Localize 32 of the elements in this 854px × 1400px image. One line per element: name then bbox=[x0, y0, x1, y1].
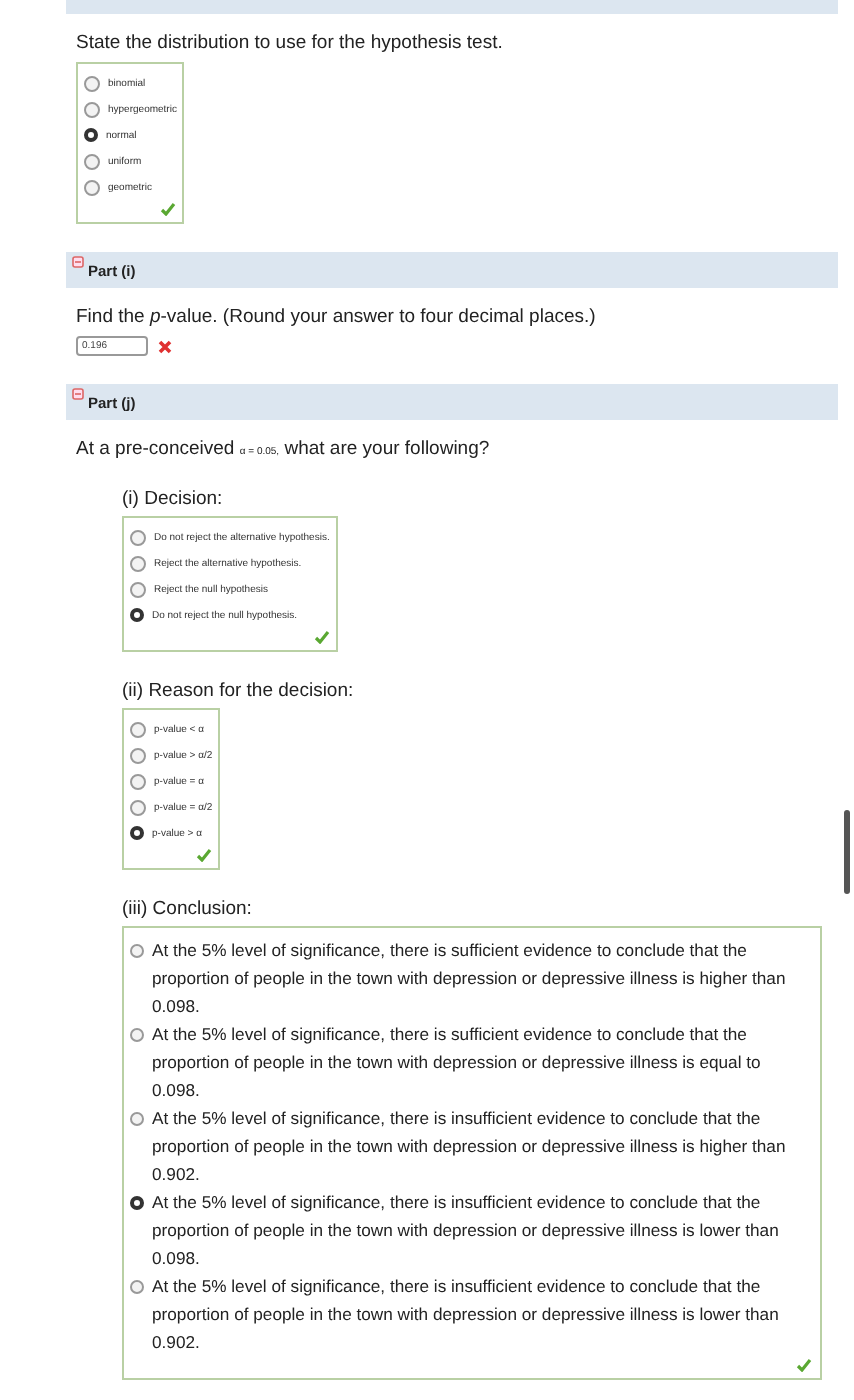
radio-button[interactable] bbox=[130, 1280, 144, 1294]
radio-button[interactable] bbox=[130, 773, 146, 789]
radio-button[interactable] bbox=[130, 1028, 144, 1042]
option-label: At the 5% level of significance, there is insufficient evidence to conclude that the proportion of people in the town with depression or depressive illness is lower than 0.902. bbox=[152, 1274, 781, 1356]
radio-button[interactable] bbox=[84, 179, 100, 195]
radio-button[interactable] bbox=[130, 747, 146, 763]
option-label: At the 5% level of significance, there is sufficient evidence to conclude that the proportion of people in the town with depression or depressive illness is equal to 0.098. bbox=[152, 1022, 763, 1104]
radio-button[interactable] bbox=[130, 555, 146, 571]
radio-button[interactable] bbox=[84, 128, 98, 142]
question-label: (iii) Conclusion: bbox=[122, 898, 254, 920]
question-label: (i) Decision: bbox=[122, 488, 225, 510]
question-label: (ii) Reason for the decision: bbox=[122, 680, 356, 702]
collapse-icon[interactable] bbox=[72, 256, 84, 268]
radio-button[interactable] bbox=[130, 529, 146, 545]
option-label: At the 5% level of significance, there is sufficient evidence to conclude that the proportion of people in the town with depression or depressive illness is higher than 0.098. bbox=[152, 938, 788, 1020]
radio-button[interactable] bbox=[130, 1112, 144, 1126]
radio-button[interactable] bbox=[130, 799, 146, 815]
radio-button[interactable] bbox=[130, 608, 144, 622]
question-text: Find the p-value. (Round your answer to four decimal places.) bbox=[76, 306, 598, 328]
option-label: At the 5% level of significance, there is insufficient evidence to conclude that the proportion of people in the town with depression or depressive illness is lower than 0.098. bbox=[152, 1190, 781, 1272]
option-label: At the 5% level of significance, there is insufficient evidence to conclude that the proportion of people in the town with depression or depressive illness is higher than 0.902. bbox=[152, 1106, 788, 1188]
radio-button[interactable] bbox=[130, 581, 146, 597]
radio-button[interactable] bbox=[130, 721, 146, 737]
radio-button[interactable] bbox=[130, 826, 144, 840]
radio-button[interactable] bbox=[130, 1196, 144, 1210]
radio-button[interactable] bbox=[84, 75, 100, 91]
collapse-icon[interactable] bbox=[72, 388, 84, 400]
question-text: State the distribution to use for the hypothesis test. bbox=[76, 32, 505, 54]
radio-button[interactable] bbox=[84, 153, 100, 169]
radio-button[interactable] bbox=[130, 944, 144, 958]
scrollbar[interactable] bbox=[844, 810, 850, 894]
radio-button[interactable] bbox=[84, 101, 100, 117]
